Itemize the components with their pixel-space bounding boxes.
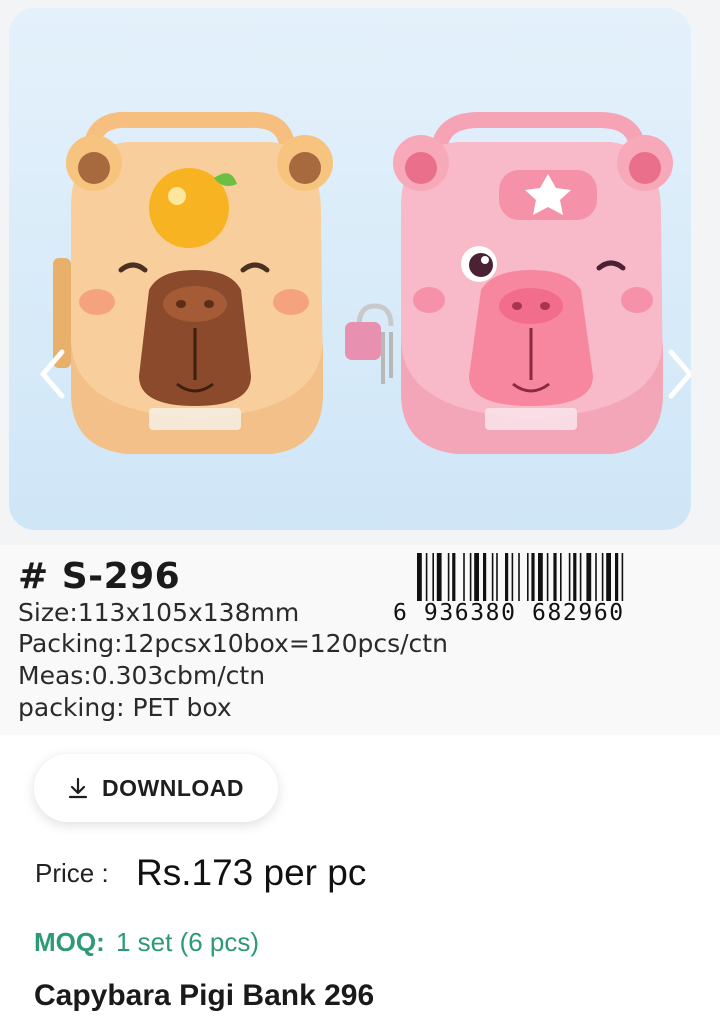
product-image-card: [9, 8, 691, 530]
product-title: Capybara Pigi Bank 296: [34, 979, 375, 1012]
chevron-left-icon: [40, 349, 65, 399]
product-sku: # S-296: [18, 556, 181, 597]
download-icon: [68, 777, 88, 799]
product-image[interactable]: [9, 8, 691, 530]
price-value: Rs.173 per pc: [136, 852, 367, 893]
barcode-number: 6 936380 682960: [393, 600, 625, 626]
moq-label: MOQ:: [34, 927, 105, 957]
chevron-right-icon: [668, 349, 691, 399]
prev-image-button[interactable]: [35, 346, 69, 402]
price-label: Price :: [35, 858, 109, 888]
download-label: DOWNLOAD: [102, 774, 244, 801]
product-size: Size:113x105x138mm: [18, 598, 300, 627]
product-packing-type: packing: PET box: [18, 693, 232, 722]
product-gallery: [0, 0, 720, 545]
orange-capybara-bank: [53, 111, 333, 454]
download-button[interactable]: DOWNLOAD: [34, 754, 278, 822]
next-image-button[interactable]: [664, 346, 691, 402]
pink-capybara-bank: [345, 112, 673, 454]
moq-value: 1 set (6 pcs): [116, 927, 260, 957]
product-meas: Meas:0.303cbm/ctn: [18, 661, 266, 690]
product-packing-qty: Packing:12pcsx10box=120pcs/ctn: [18, 629, 448, 658]
